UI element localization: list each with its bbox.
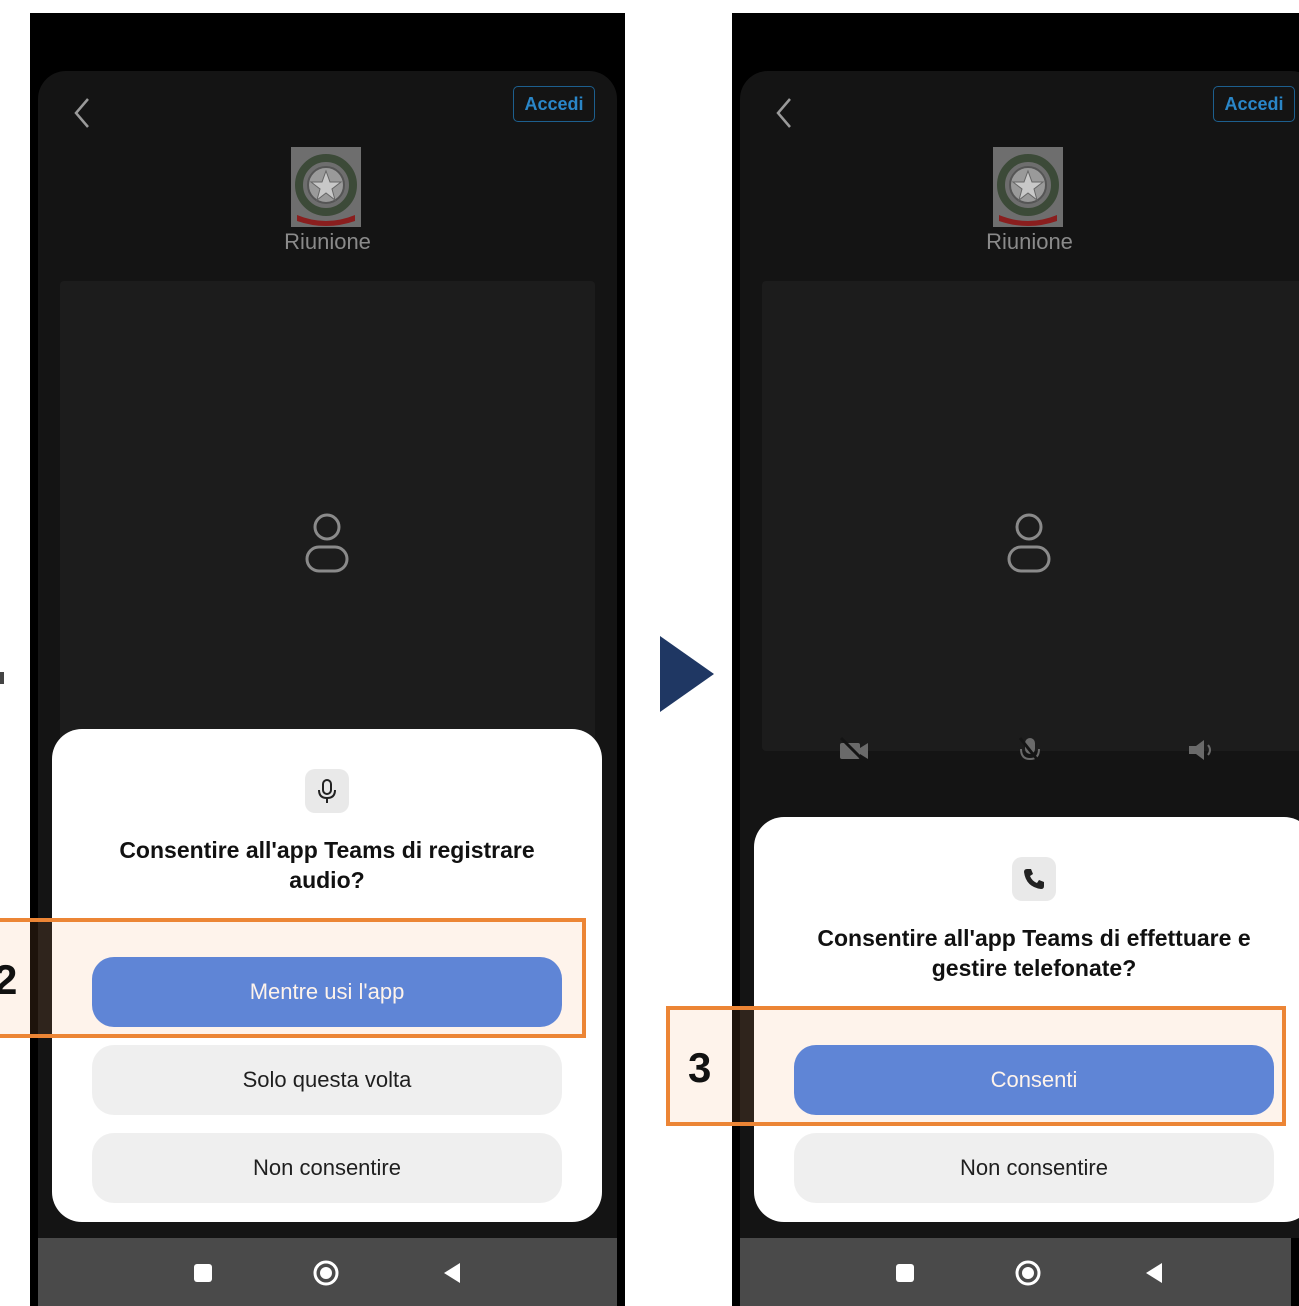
microphone-icon (305, 769, 349, 813)
republic-emblem-icon (993, 147, 1063, 227)
permission-title: Consentire all'app Teams di registrare a… (119, 837, 535, 893)
android-nav-bar (38, 1238, 617, 1306)
back-triangle-icon[interactable] (440, 1260, 466, 1286)
step-3-label: 3 (688, 1044, 712, 1091)
login-button[interactable]: Accedi (1213, 86, 1295, 122)
video-preview (60, 281, 595, 751)
mic-off-icon[interactable] (1014, 735, 1046, 765)
video-preview (762, 281, 1299, 751)
meeting-title: Riunione (284, 229, 371, 254)
avatar-placeholder-icon (305, 513, 349, 573)
phone-icon (1012, 857, 1056, 901)
android-nav-bar (740, 1238, 1291, 1306)
recents-square-icon[interactable] (892, 1260, 918, 1286)
step-2-highlight (0, 918, 586, 1038)
back-triangle-icon[interactable] (1142, 1260, 1168, 1286)
deny-button[interactable]: Non consentire (794, 1133, 1274, 1203)
only-this-time-button[interactable]: Solo questa volta (92, 1045, 562, 1115)
back-arrow-icon[interactable] (68, 93, 96, 133)
deny-button[interactable]: Non consentire (92, 1133, 562, 1203)
step-2-label: 2 (0, 956, 18, 1003)
camera-off-icon[interactable] (838, 735, 870, 765)
back-arrow-icon[interactable] (770, 93, 798, 133)
permission-title: Consentire all'app Teams di effettuare e… (817, 925, 1251, 981)
republic-emblem-icon (291, 147, 361, 227)
step-3-highlight (666, 1006, 1286, 1126)
meeting-title: Riunione (986, 229, 1073, 254)
next-step-arrow-icon (660, 636, 714, 712)
home-circle-icon[interactable] (313, 1260, 339, 1286)
speaker-icon[interactable] (1186, 735, 1218, 765)
home-circle-icon[interactable] (1015, 1260, 1041, 1286)
avatar-placeholder-icon (1007, 513, 1051, 573)
login-button[interactable]: Accedi (513, 86, 595, 122)
recents-square-icon[interactable] (190, 1260, 216, 1286)
phone-screen-left: Accedi Riunione Consentire all'app Teams… (30, 13, 625, 1306)
edge-mark (0, 672, 4, 684)
